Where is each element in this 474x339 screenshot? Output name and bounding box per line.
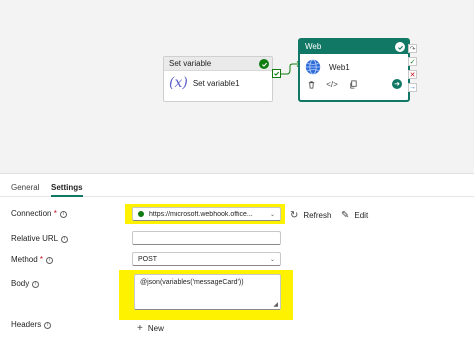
completion-port-icon[interactable]: → <box>408 83 417 92</box>
tab-settings[interactable]: Settings <box>51 183 83 197</box>
success-check-icon <box>395 42 405 52</box>
refresh-icon: ↻ <box>290 210 299 221</box>
globe-icon <box>305 59 321 75</box>
set-variable-activity[interactable]: Set variable (x) Set variable1 <box>163 56 273 102</box>
settings-tabs: General Settings <box>0 175 474 197</box>
output-ports: ↷ ✓ ✕ → <box>408 44 417 96</box>
activity-type-label: Set variable <box>169 59 212 68</box>
tab-general[interactable]: General <box>11 183 39 192</box>
method-dropdown[interactable]: POST ⌄ <box>132 252 281 266</box>
info-icon[interactable]: i <box>32 281 40 288</box>
connection-status-icon <box>138 211 144 217</box>
activity-type-label: Web <box>305 42 322 51</box>
skip-port-icon[interactable]: ↷ <box>408 44 417 53</box>
copy-icon[interactable] <box>348 79 358 89</box>
connection-label: Connection * i <box>11 209 67 218</box>
activity-name: Web1 <box>329 62 350 72</box>
connector-arrow <box>281 61 301 75</box>
chevron-down-icon: ⌄ <box>269 211 275 218</box>
body-label: Body i <box>11 279 40 288</box>
headers-label: Headers i <box>11 320 52 329</box>
relative-url-input[interactable] <box>132 231 281 245</box>
method-label: Method * i <box>11 255 54 264</box>
edit-button[interactable]: ✎ Edit <box>341 210 368 221</box>
body-textarea[interactable]: @json(variables('messageCard')) ◢ <box>134 274 281 310</box>
delete-icon[interactable] <box>306 79 316 89</box>
info-icon[interactable]: i <box>46 257 54 264</box>
set-variable-activity-header: Set variable <box>164 57 272 71</box>
info-icon[interactable]: i <box>61 236 69 243</box>
success-check-icon <box>259 59 269 69</box>
on-success-port-icon[interactable] <box>272 69 281 78</box>
web-activity-header: Web <box>300 40 408 54</box>
web-activity[interactable]: Web Web1 </> ➜ <box>299 39 409 101</box>
connection-dropdown[interactable]: https://microsoft.webhook.office... ⌄ <box>132 207 281 221</box>
code-icon[interactable]: </> <box>326 79 338 89</box>
info-icon[interactable]: i <box>59 211 67 218</box>
run-arrow-icon[interactable]: ➜ <box>392 79 402 89</box>
refresh-button[interactable]: ↻ Refresh <box>290 210 331 221</box>
relative-url-label: Relative URL i <box>11 234 69 243</box>
chevron-down-icon: ⌄ <box>269 256 275 263</box>
activity-name: Set variable1 <box>192 78 240 88</box>
success-port-icon[interactable]: ✓ <box>408 57 417 66</box>
pipeline-canvas[interactable]: Set variable (x) Set variable1 Web Web1 … <box>0 0 474 174</box>
pencil-icon: ✎ <box>341 210 350 221</box>
info-icon[interactable]: i <box>44 322 52 329</box>
new-header-button[interactable]: + New <box>137 323 164 334</box>
fail-port-icon[interactable]: ✕ <box>408 70 417 79</box>
resize-grip-icon[interactable]: ◢ <box>273 301 278 308</box>
variable-fx-icon: (x) <box>169 75 188 91</box>
plus-icon: + <box>137 323 143 334</box>
